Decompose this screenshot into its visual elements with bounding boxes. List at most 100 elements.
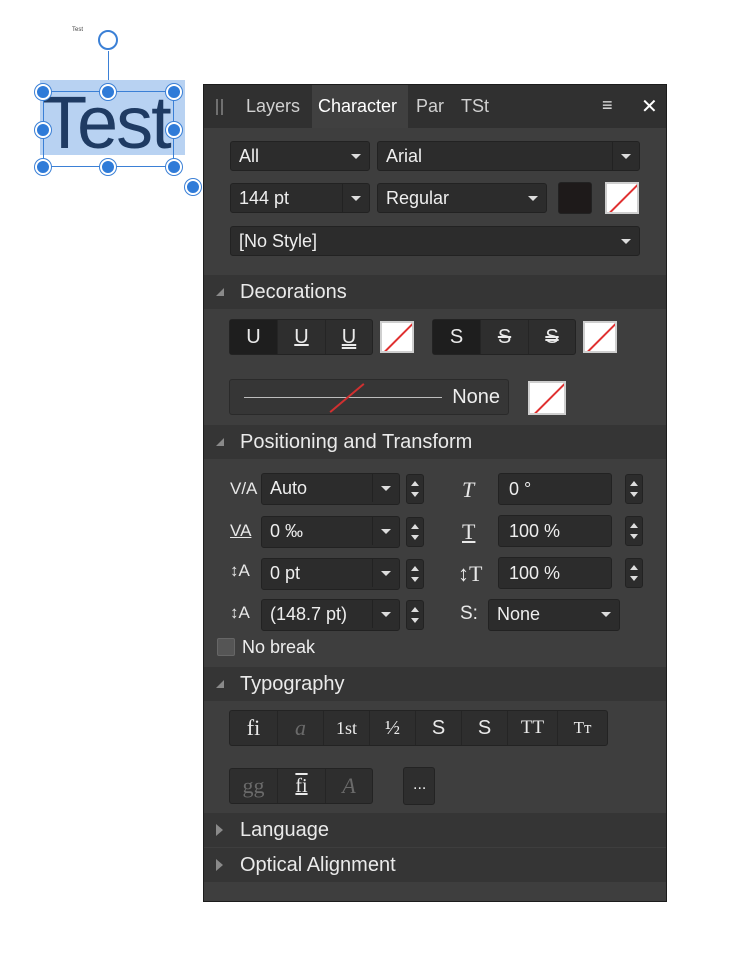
resize-handle-top-right[interactable] xyxy=(166,84,182,100)
baseline-shift-value: 0 pt xyxy=(270,563,301,583)
more-label: ... xyxy=(413,776,427,793)
panel-grip[interactable] xyxy=(216,99,223,115)
character-style-dropdown[interactable]: [No Style] xyxy=(230,226,640,256)
section-title: Language xyxy=(240,819,329,841)
close-icon[interactable]: ✕ xyxy=(641,94,658,119)
character-panel: Layers Character Par TSt ≡ ✕ All Arial 1… xyxy=(203,84,667,902)
canvas-text-label: Test xyxy=(72,27,84,33)
tab-paragraph[interactable]: Par xyxy=(416,96,444,117)
font-size-value: 144 pt xyxy=(239,188,290,208)
more-typography-button[interactable]: ... xyxy=(403,767,435,805)
subscript-button[interactable]: S xyxy=(462,711,508,745)
superscript-subscript-icon: S: xyxy=(460,603,478,624)
tab-character[interactable]: Character xyxy=(318,96,397,117)
baseline-shift-icon: ↕A xyxy=(230,561,250,580)
leading-icon: ↕A xyxy=(230,603,250,622)
kerning-icon: V/A xyxy=(230,479,258,498)
underline-single-button[interactable]: U xyxy=(278,320,326,354)
stylistic-alternates-button[interactable]: gg xyxy=(230,769,278,803)
line-style-value: None xyxy=(452,386,500,408)
superscript-dropdown[interactable]: None xyxy=(488,599,620,631)
leading-combo[interactable]: (148.7 pt) xyxy=(261,599,400,631)
line-color-swatch[interactable] xyxy=(528,381,566,415)
fill-color-swatch[interactable] xyxy=(558,182,592,214)
shear-stepper[interactable] xyxy=(625,474,643,504)
line-preview xyxy=(244,397,442,398)
strike-double-button[interactable]: S xyxy=(529,320,575,354)
strike-single-button[interactable]: S xyxy=(481,320,529,354)
font-weight-dropdown[interactable]: Regular xyxy=(377,183,547,213)
text-flow-handle[interactable] xyxy=(185,179,201,195)
horizontal-scale-field[interactable]: 100 % xyxy=(498,515,612,547)
contextual-alternates-button[interactable]: fi xyxy=(278,769,326,803)
tracking-value: 0 ‰ xyxy=(270,521,304,541)
expand-triangle-icon xyxy=(216,824,223,836)
expand-triangle-icon xyxy=(216,859,223,871)
vertical-scale-icon: ↕T xyxy=(458,561,483,586)
kerning-combo[interactable]: Auto xyxy=(261,473,400,505)
superscript-button[interactable]: S xyxy=(416,711,462,745)
section-positioning-transform[interactable]: Positioning and Transform xyxy=(204,425,666,459)
collapse-triangle-icon xyxy=(216,288,224,296)
underline-double-button[interactable]: U xyxy=(326,320,372,354)
line-style-dropdown[interactable]: None xyxy=(229,379,509,415)
section-optical-alignment[interactable]: Optical Alignment xyxy=(204,848,666,882)
resize-handle-left[interactable] xyxy=(35,122,51,138)
kerning-stepper[interactable] xyxy=(406,474,424,504)
tracking-combo[interactable]: 0 ‰ xyxy=(261,516,400,548)
baseline-shift-combo[interactable]: 0 pt xyxy=(261,558,400,590)
section-typography[interactable]: Typography xyxy=(204,667,666,701)
scope-dropdown[interactable]: All xyxy=(230,141,370,171)
leading-stepper[interactable] xyxy=(406,600,424,630)
shear-icon: T xyxy=(462,477,475,502)
collapse-triangle-icon xyxy=(216,680,224,688)
resize-handle-top[interactable] xyxy=(100,84,116,100)
baseline-shift-stepper[interactable] xyxy=(406,559,424,589)
resize-handle-bottom[interactable] xyxy=(100,159,116,175)
font-family-value: Arial xyxy=(386,146,423,166)
no-break-checkbox[interactable] xyxy=(217,638,235,656)
swash-button[interactable]: A xyxy=(326,769,372,803)
tab-layers[interactable]: Layers xyxy=(246,96,300,117)
font-weight-value: Regular xyxy=(386,188,450,208)
strike-color-swatch[interactable] xyxy=(583,321,617,353)
vertical-scale-stepper[interactable] xyxy=(625,558,643,588)
tab-text-styles[interactable]: TSt xyxy=(461,96,489,117)
underline-none-button[interactable]: U xyxy=(230,320,278,354)
horizontal-scale-icon: T xyxy=(462,519,476,544)
horizontal-scale-stepper[interactable] xyxy=(625,516,643,546)
ordinals-button[interactable]: 1st xyxy=(324,711,370,745)
underline-button-group: U U U xyxy=(229,319,373,355)
small-caps-button[interactable]: Tт xyxy=(558,711,607,745)
standard-ligatures-button[interactable]: fi xyxy=(230,711,278,745)
underline-color-swatch[interactable] xyxy=(380,321,414,353)
resize-handle-bottom-right[interactable] xyxy=(166,159,182,175)
collapse-triangle-icon xyxy=(216,438,224,446)
section-title: Positioning and Transform xyxy=(240,431,473,453)
vertical-scale-field[interactable]: 100 % xyxy=(498,557,612,589)
panel-tab-bar: Layers Character Par TSt ≡ ✕ xyxy=(204,85,666,128)
typography-button-group-1: fi a 1st ½ S S TT Tт xyxy=(229,710,608,746)
no-break-label: No break xyxy=(242,637,316,657)
scope-value: All xyxy=(239,146,260,166)
fractions-button[interactable]: ½ xyxy=(370,711,416,745)
font-size-combo[interactable]: 144 pt xyxy=(230,183,370,213)
shear-field[interactable]: 0 ° xyxy=(498,473,612,505)
section-decorations[interactable]: Decorations xyxy=(204,275,666,309)
section-language[interactable]: Language xyxy=(204,813,666,847)
discretionary-ligatures-button[interactable]: a xyxy=(278,711,324,745)
tracking-stepper[interactable] xyxy=(406,517,424,547)
strike-none-button[interactable]: S xyxy=(433,320,481,354)
leading-value: (148.7 pt) xyxy=(270,604,348,624)
typography-button-group-2: gg fi A xyxy=(229,768,373,804)
tracking-icon: VA xyxy=(230,521,252,540)
resize-handle-right[interactable] xyxy=(166,122,182,138)
selection-bounding-box xyxy=(43,91,174,167)
panel-menu-icon[interactable]: ≡ xyxy=(602,95,613,116)
all-caps-button[interactable]: TT xyxy=(508,711,558,745)
rotation-handle[interactable] xyxy=(98,30,118,50)
resize-handle-bottom-left[interactable] xyxy=(35,159,51,175)
resize-handle-top-left[interactable] xyxy=(35,84,51,100)
font-family-dropdown[interactable]: Arial xyxy=(377,141,640,171)
stroke-color-swatch[interactable] xyxy=(605,182,639,214)
